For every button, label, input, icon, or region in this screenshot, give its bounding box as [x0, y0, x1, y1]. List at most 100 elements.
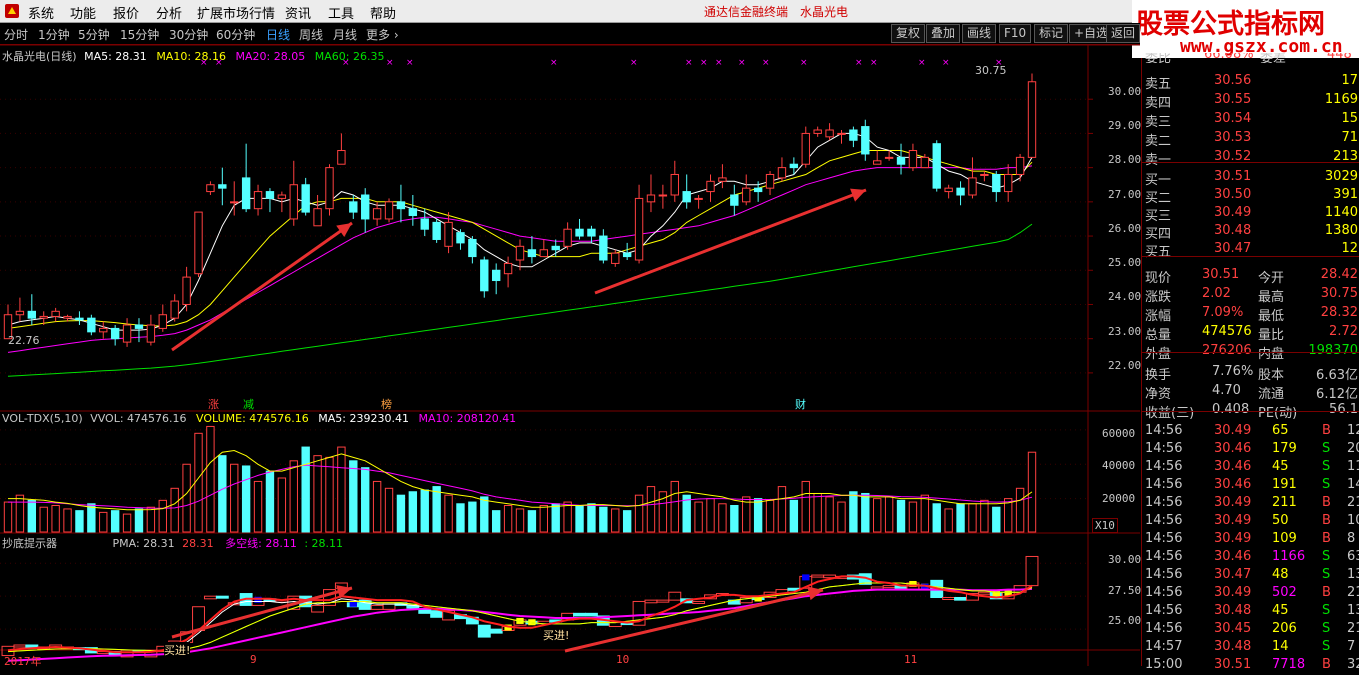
vol-tick-label: 20000: [1102, 492, 1136, 505]
y-tick-label: 25.00: [1108, 256, 1142, 269]
candle-body: [825, 129, 834, 138]
order-price: 30.54: [1214, 111, 1252, 126]
tick-price: 30.47: [1214, 567, 1252, 582]
event-marker-cai[interactable]: 财: [795, 396, 806, 412]
stat-label: 涨幅: [1145, 309, 1172, 324]
sell-level-row: 卖一 30.52 213: [1142, 149, 1359, 168]
vvol-legend: VVOL: 474576.16: [90, 412, 187, 425]
tab-period-15min[interactable]: 15分钟: [120, 26, 159, 43]
candle-body: [349, 201, 358, 213]
menu-function[interactable]: 功能: [70, 3, 96, 22]
volume-bar: [873, 498, 882, 533]
event-marker-zhang[interactable]: 涨: [208, 396, 219, 412]
candle-body: [408, 208, 418, 217]
tick-time: 14:57: [1145, 639, 1183, 654]
candle-body: [611, 252, 620, 264]
volume-bar: [51, 505, 60, 533]
fuquan-button[interactable]: 复权: [891, 24, 926, 43]
ma5-legend: MA5: 28.31: [84, 50, 147, 63]
order-price: 30.47: [1214, 241, 1252, 256]
tick-time: 14:56: [1145, 441, 1183, 456]
tab-period-5min[interactable]: 5分钟: [78, 26, 110, 43]
tab-period-60min[interactable]: 60分钟: [216, 26, 255, 43]
event-marker-bang[interactable]: 榜: [381, 396, 392, 412]
volume-bar: [968, 503, 977, 533]
tab-period-30min[interactable]: 30分钟: [169, 26, 208, 43]
candle-body: [1015, 156, 1025, 175]
menu-analysis[interactable]: 分析: [156, 3, 182, 22]
candle-body: [634, 197, 644, 261]
tab-period-intraday[interactable]: 分时: [4, 26, 28, 43]
candle-body: [896, 156, 906, 165]
tab-period-monthly[interactable]: 月线: [333, 26, 357, 43]
volume-bar: [730, 505, 739, 533]
stock-title: 水晶光电: [800, 5, 849, 19]
app-logo-icon[interactable]: [4, 3, 20, 19]
vol-ma5-legend: MA5: 239230.41: [318, 412, 409, 425]
tab-period-more[interactable]: 更多 ›: [366, 26, 399, 43]
f10-button[interactable]: F10: [999, 24, 1032, 43]
candle-body: [980, 173, 989, 176]
y-tick-label: 24.00: [1108, 290, 1142, 303]
draw-line-button[interactable]: 画线: [962, 24, 997, 43]
volume-bar: [170, 487, 179, 533]
menu-system[interactable]: 系统: [28, 3, 54, 22]
stat-value: 276206: [1202, 343, 1252, 358]
kline-chart-svg[interactable]: × × × × × × × × × × × × × × × × × ×: [0, 45, 1140, 666]
menu-quote[interactable]: 报价: [113, 3, 139, 22]
fin-value: 7.76%: [1212, 364, 1254, 379]
tick-count: 11: [1347, 459, 1359, 474]
candle-body: [539, 249, 549, 258]
tick-row: 14:56 30.47 48 S 13: [1142, 567, 1359, 585]
tab-period-1min[interactable]: 1分钟: [38, 26, 70, 43]
tab-period-daily[interactable]: 日线: [266, 26, 290, 43]
volume-bar: [265, 470, 275, 533]
candle-body: [337, 150, 346, 165]
indicator-step-bar: [942, 597, 956, 600]
top-marker-x: ×: [918, 58, 926, 68]
chart-area[interactable]: × × × × × × × × × × × × × × × × × × 水晶光电(日线) MA5: 28.31 M…: [0, 45, 1142, 668]
watermark-logo: 股票公式指标网 www.gszx.com.cn: [1132, 0, 1359, 58]
ma60-legend: MA60: 26.35: [314, 50, 385, 63]
order-level-label: 卖五: [1145, 77, 1172, 92]
fin-value: 4.70: [1212, 383, 1241, 398]
volume-bar: [575, 505, 584, 533]
top-marker-x: ×: [406, 58, 414, 68]
stat-value: 30.75: [1320, 286, 1358, 301]
y-tick-label: 27.00: [1108, 188, 1142, 201]
volume-panel-title: VOL-TDX(5,10): [2, 412, 83, 425]
fundamental-row: 换手 7.76% 股本 6.63亿: [1142, 364, 1359, 383]
candle-body: [99, 327, 108, 333]
tick-row: 14:56 30.49 502 B 21: [1142, 585, 1359, 603]
tick-count: 21: [1347, 495, 1359, 510]
candle-body: [742, 187, 751, 203]
candle-body: [944, 187, 953, 193]
dk-line-value: : 28.11: [304, 537, 344, 550]
order-volume: 1140: [1324, 205, 1358, 220]
menu-extended-market[interactable]: 扩展市场行情: [197, 3, 275, 22]
overlay-button[interactable]: 叠加: [926, 24, 961, 43]
event-marker-jian[interactable]: 减: [243, 396, 254, 412]
menu-help[interactable]: 帮助: [370, 3, 396, 22]
tick-count: 10: [1347, 513, 1359, 528]
candle-body: [694, 197, 703, 200]
volume-bar: [1015, 487, 1025, 533]
back-button[interactable]: 返回: [1106, 24, 1140, 43]
menu-tools[interactable]: 工具: [328, 3, 354, 22]
candle-body: [444, 221, 453, 247]
candle-body: [670, 173, 679, 196]
candle-body: [158, 314, 167, 329]
menu-news[interactable]: 资讯: [285, 3, 311, 22]
stat-value: 2.72: [1329, 324, 1358, 339]
volume-unit-badge: X10: [1092, 518, 1118, 533]
volume-bar: [99, 511, 108, 533]
trend-arrow-head: [336, 223, 352, 237]
mark-button[interactable]: 标记: [1034, 24, 1069, 43]
order-price: 30.50: [1214, 187, 1252, 202]
top-marker-x: ×: [762, 58, 770, 68]
volume-bar: [670, 480, 679, 533]
candle-body: [361, 194, 370, 220]
candle-body: [15, 310, 25, 316]
tab-period-weekly[interactable]: 周线: [299, 26, 323, 43]
volume-bar: [134, 508, 144, 533]
